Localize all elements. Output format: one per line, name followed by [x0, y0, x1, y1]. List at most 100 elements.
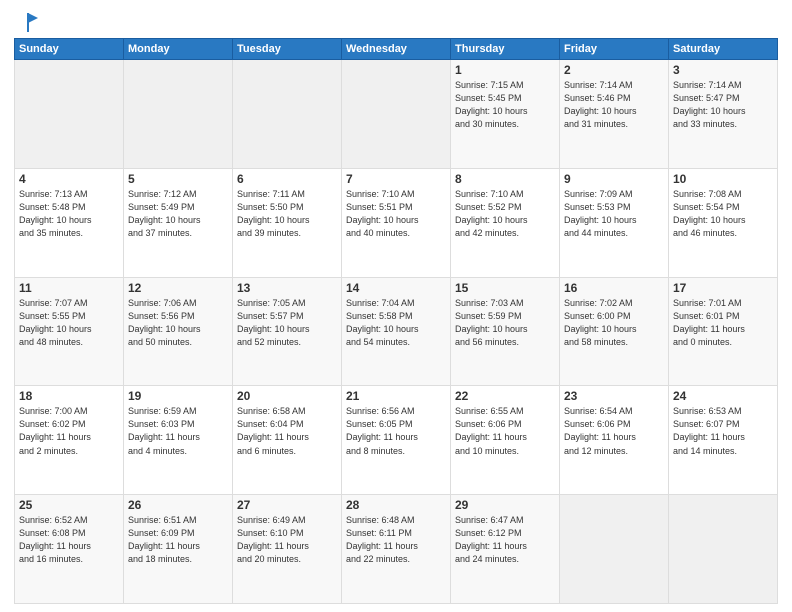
calendar-day-cell: 20Sunrise: 6:58 AM Sunset: 6:04 PM Dayli…: [233, 386, 342, 495]
calendar-day-cell: 12 Sunrise: 7:06 AM Sunset: 5:56 PM Dayli…: [124, 277, 233, 386]
day-number: 7: [346, 172, 446, 186]
day-number: 6: [237, 172, 337, 186]
calendar-week-row: 11 Sunrise: 7:07 AM Sunset: 5:55 PM Dayli…: [15, 277, 778, 386]
day-detail: Sunrise: 7:10 AM Sunset: 5:51 PM Dayligh…: [346, 188, 446, 240]
day-detail: Sunrise: 6:52 AM Sunset: 6:08 PM Dayligh…: [19, 514, 119, 566]
calendar-day-cell: 8 Sunrise: 7:10 AM Sunset: 5:52 PM Daylig…: [451, 168, 560, 277]
day-number: 5: [128, 172, 228, 186]
day-number: 3: [673, 63, 773, 77]
calendar-day-cell: 3 Sunrise: 7:14 AM Sunset: 5:47 PM Daylig…: [669, 60, 778, 169]
calendar-day-cell: 4 Sunrise: 7:13 AM Sunset: 5:48 PM Daylig…: [15, 168, 124, 277]
calendar-day-cell: 16 Sunrise: 7:02 AM Sunset: 6:00 PM Dayli…: [560, 277, 669, 386]
day-number: 9: [564, 172, 664, 186]
day-detail: Sunrise: 6:54 AM Sunset: 6:06 PM Dayligh…: [564, 405, 664, 457]
calendar-day-cell: [15, 60, 124, 169]
calendar-day-cell: 11 Sunrise: 7:07 AM Sunset: 5:55 PM Dayli…: [15, 277, 124, 386]
day-detail: Sunrise: 6:48 AM Sunset: 6:11 PM Dayligh…: [346, 514, 446, 566]
day-detail: Sunrise: 7:07 AM Sunset: 5:55 PM Dayligh…: [19, 297, 119, 349]
day-number: 1: [455, 63, 555, 77]
day-number: 24: [673, 389, 773, 403]
day-detail: Sunrise: 7:14 AM Sunset: 5:46 PM Dayligh…: [564, 79, 664, 131]
calendar-day-cell: [124, 60, 233, 169]
day-detail: Sunrise: 7:01 AM Sunset: 6:01 PM Dayligh…: [673, 297, 773, 349]
calendar-day-cell: 13 Sunrise: 7:05 AM Sunset: 5:57 PM Dayli…: [233, 277, 342, 386]
calendar-day-cell: 26Sunrise: 6:51 AM Sunset: 6:09 PM Dayli…: [124, 495, 233, 604]
logo-flag-icon: [16, 10, 38, 32]
calendar-day-cell: 19 Sunrise: 6:59 AM Sunset: 6:03 PM Dayli…: [124, 386, 233, 495]
day-number: 10: [673, 172, 773, 186]
calendar-day-cell: 14 Sunrise: 7:04 AM Sunset: 5:58 PM Dayli…: [342, 277, 451, 386]
calendar-day-header: Monday: [124, 39, 233, 60]
calendar-week-row: 25 Sunrise: 6:52 AM Sunset: 6:08 PM Dayli…: [15, 495, 778, 604]
day-detail: Sunrise: 7:05 AM Sunset: 5:57 PM Dayligh…: [237, 297, 337, 349]
calendar-day-cell: 24 Sunrise: 6:53 AM Sunset: 6:07 PM Dayli…: [669, 386, 778, 495]
calendar-day-header: Saturday: [669, 39, 778, 60]
day-number: 13: [237, 281, 337, 295]
day-number: 21: [346, 389, 446, 403]
day-detail: Sunrise: 7:02 AM Sunset: 6:00 PM Dayligh…: [564, 297, 664, 349]
day-number: 8: [455, 172, 555, 186]
day-detail: Sunrise: 6:49 AM Sunset: 6:10 PM Dayligh…: [237, 514, 337, 566]
calendar-day-cell: 28 Sunrise: 6:48 AM Sunset: 6:11 PM Dayli…: [342, 495, 451, 604]
day-number: 2: [564, 63, 664, 77]
day-number: 17: [673, 281, 773, 295]
calendar-day-cell: 25 Sunrise: 6:52 AM Sunset: 6:08 PM Dayli…: [15, 495, 124, 604]
calendar-day-cell: 6 Sunrise: 7:11 AM Sunset: 5:50 PM Daylig…: [233, 168, 342, 277]
calendar-day-cell: 2 Sunrise: 7:14 AM Sunset: 5:46 PM Daylig…: [560, 60, 669, 169]
calendar-day-header: Thursday: [451, 39, 560, 60]
calendar-day-cell: 10 Sunrise: 7:08 AM Sunset: 5:54 PM Dayli…: [669, 168, 778, 277]
day-detail: Sunrise: 7:09 AM Sunset: 5:53 PM Dayligh…: [564, 188, 664, 240]
day-number: 16: [564, 281, 664, 295]
calendar-week-row: 1 Sunrise: 7:15 AM Sunset: 5:45 PM Daylig…: [15, 60, 778, 169]
day-detail: Sunrise: 6:47 AM Sunset: 6:12 PM Dayligh…: [455, 514, 555, 566]
logo: [14, 10, 38, 32]
day-detail: Sunrise: 7:06 AM Sunset: 5:56 PM Dayligh…: [128, 297, 228, 349]
day-number: 18: [19, 389, 119, 403]
day-number: 11: [19, 281, 119, 295]
calendar-day-cell: [669, 495, 778, 604]
calendar-day-cell: 18 Sunrise: 7:00 AM Sunset: 6:02 PM Dayli…: [15, 386, 124, 495]
day-detail: Sunrise: 6:59 AM Sunset: 6:03 PM Dayligh…: [128, 405, 228, 457]
day-detail: Sunrise: 7:10 AM Sunset: 5:52 PM Dayligh…: [455, 188, 555, 240]
day-number: 19: [128, 389, 228, 403]
calendar-day-cell: 7 Sunrise: 7:10 AM Sunset: 5:51 PM Daylig…: [342, 168, 451, 277]
calendar-week-row: 18 Sunrise: 7:00 AM Sunset: 6:02 PM Dayli…: [15, 386, 778, 495]
day-detail: Sunrise: 7:12 AM Sunset: 5:49 PM Dayligh…: [128, 188, 228, 240]
day-detail: Sunrise: 7:13 AM Sunset: 5:48 PM Dayligh…: [19, 188, 119, 240]
calendar-day-header: Friday: [560, 39, 669, 60]
day-number: 4: [19, 172, 119, 186]
calendar-week-row: 4 Sunrise: 7:13 AM Sunset: 5:48 PM Daylig…: [15, 168, 778, 277]
day-detail: Sunrise: 6:56 AM Sunset: 6:05 PM Dayligh…: [346, 405, 446, 457]
calendar-day-cell: 27 Sunrise: 6:49 AM Sunset: 6:10 PM Dayli…: [233, 495, 342, 604]
day-number: 14: [346, 281, 446, 295]
day-number: 12: [128, 281, 228, 295]
day-number: 28: [346, 498, 446, 512]
day-number: 25: [19, 498, 119, 512]
calendar-day-cell: [560, 495, 669, 604]
calendar-day-header: Tuesday: [233, 39, 342, 60]
day-detail: Sunrise: 7:04 AM Sunset: 5:58 PM Dayligh…: [346, 297, 446, 349]
day-number: 27: [237, 498, 337, 512]
day-detail: Sunrise: 7:15 AM Sunset: 5:45 PM Dayligh…: [455, 79, 555, 131]
calendar-table: SundayMondayTuesdayWednesdayThursdayFrid…: [14, 38, 778, 604]
calendar-day-cell: 17 Sunrise: 7:01 AM Sunset: 6:01 PM Dayli…: [669, 277, 778, 386]
calendar-day-cell: 23 Sunrise: 6:54 AM Sunset: 6:06 PM Dayli…: [560, 386, 669, 495]
day-detail: Sunrise: 7:08 AM Sunset: 5:54 PM Dayligh…: [673, 188, 773, 240]
calendar-day-cell: 1 Sunrise: 7:15 AM Sunset: 5:45 PM Daylig…: [451, 60, 560, 169]
calendar-day-header: Sunday: [15, 39, 124, 60]
calendar-header-row: SundayMondayTuesdayWednesdayThursdayFrid…: [15, 39, 778, 60]
day-number: 20: [237, 389, 337, 403]
day-detail: Sunrise: 7:00 AM Sunset: 6:02 PM Dayligh…: [19, 405, 119, 457]
calendar-day-cell: 29Sunrise: 6:47 AM Sunset: 6:12 PM Dayli…: [451, 495, 560, 604]
day-detail: Sunrise: 7:11 AM Sunset: 5:50 PM Dayligh…: [237, 188, 337, 240]
day-detail: Sunrise: 6:53 AM Sunset: 6:07 PM Dayligh…: [673, 405, 773, 457]
calendar-day-cell: 21 Sunrise: 6:56 AM Sunset: 6:05 PM Dayli…: [342, 386, 451, 495]
calendar-day-cell: 9 Sunrise: 7:09 AM Sunset: 5:53 PM Daylig…: [560, 168, 669, 277]
calendar-day-header: Wednesday: [342, 39, 451, 60]
calendar-day-cell: 15Sunrise: 7:03 AM Sunset: 5:59 PM Dayli…: [451, 277, 560, 386]
day-number: 23: [564, 389, 664, 403]
calendar-day-cell: [233, 60, 342, 169]
day-detail: Sunrise: 7:14 AM Sunset: 5:47 PM Dayligh…: [673, 79, 773, 131]
calendar-day-cell: 5 Sunrise: 7:12 AM Sunset: 5:49 PM Daylig…: [124, 168, 233, 277]
day-detail: Sunrise: 6:55 AM Sunset: 6:06 PM Dayligh…: [455, 405, 555, 457]
